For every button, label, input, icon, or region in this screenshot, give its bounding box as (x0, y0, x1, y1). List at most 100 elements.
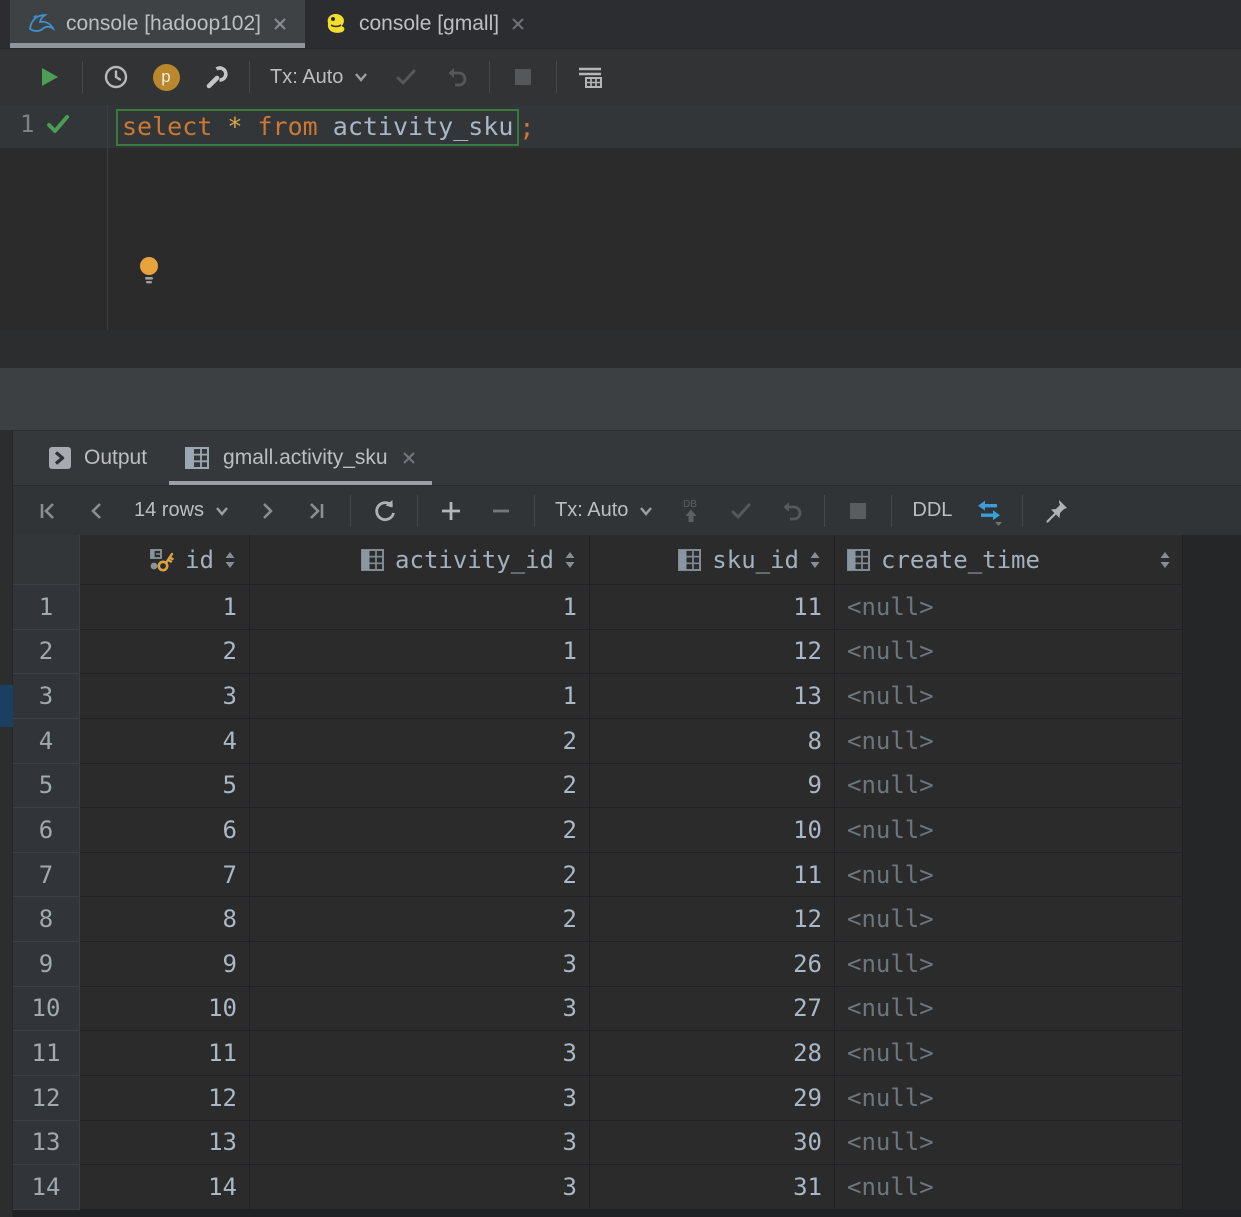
cell-sku-id[interactable]: 11 (590, 585, 835, 630)
cell-id[interactable]: 8 (80, 897, 250, 942)
cell-activity-id[interactable]: 2 (250, 897, 590, 942)
cell-activity-id[interactable]: 1 (250, 585, 590, 630)
cell-create-time[interactable]: <null> (835, 808, 1183, 853)
commit-button-disabled[interactable] (381, 54, 431, 100)
cell-create-time[interactable]: <null> (835, 674, 1183, 719)
cell-id[interactable]: 9 (80, 942, 250, 987)
column-header-sku-id[interactable]: sku_id (590, 535, 835, 585)
cell-sku-id[interactable]: 28 (590, 1031, 835, 1076)
rollback-button-disabled[interactable] (766, 489, 816, 533)
panel-splitter[interactable] (0, 368, 1241, 430)
cell-activity-id[interactable]: 3 (250, 986, 590, 1032)
cell-id[interactable]: 5 (80, 763, 250, 809)
page-size-dropdown[interactable]: 14 rows (122, 499, 242, 522)
stripe-selection-marker[interactable] (0, 685, 13, 727)
execute-to-table-icon[interactable] (565, 54, 615, 100)
row-number[interactable]: 7 (13, 852, 80, 898)
last-page-button[interactable] (292, 489, 342, 533)
cell-create-time[interactable]: <null> (835, 585, 1183, 630)
cell-sku-id[interactable]: 31 (590, 1165, 835, 1210)
cell-sku-id[interactable]: 13 (590, 674, 835, 719)
cell-create-time[interactable]: <null> (835, 1031, 1183, 1076)
cell-id[interactable]: 7 (80, 852, 250, 898)
row-number[interactable]: 4 (13, 718, 80, 764)
previous-page-button[interactable] (72, 489, 122, 533)
first-page-button[interactable] (22, 489, 72, 533)
cell-sku-id[interactable]: 27 (590, 986, 835, 1032)
row-number[interactable]: 8 (13, 897, 80, 942)
cell-create-time[interactable]: <null> (835, 629, 1183, 675)
cell-activity-id[interactable]: 2 (250, 718, 590, 764)
row-number[interactable]: 14 (13, 1165, 80, 1210)
cell-id[interactable]: 4 (80, 718, 250, 764)
row-number-header[interactable] (13, 535, 80, 585)
commit-button-disabled[interactable] (716, 489, 766, 533)
cell-activity-id[interactable]: 2 (250, 852, 590, 898)
rollback-button-disabled[interactable] (431, 54, 481, 100)
cell-id[interactable]: 13 (80, 1120, 250, 1166)
cell-sku-id[interactable]: 30 (590, 1120, 835, 1166)
cell-id[interactable]: 12 (80, 1075, 250, 1121)
cell-activity-id[interactable]: 1 (250, 674, 590, 719)
sort-arrows-icon[interactable] (563, 548, 577, 572)
next-page-button[interactable] (242, 489, 292, 533)
cell-id[interactable]: 3 (80, 674, 250, 719)
stop-button-disabled[interactable] (833, 489, 883, 533)
sql-editor[interactable]: 1 select * from activity_sku; (0, 105, 1241, 330)
cell-id[interactable]: 1 (80, 585, 250, 630)
cell-create-time[interactable]: <null> (835, 718, 1183, 764)
cell-id[interactable]: 10 (80, 986, 250, 1032)
tx-mode-dropdown[interactable]: Tx: Auto (543, 499, 666, 522)
tx-mode-dropdown[interactable]: Tx: Auto (258, 66, 381, 89)
row-number[interactable]: 5 (13, 763, 80, 809)
cell-sku-id[interactable]: 12 (590, 629, 835, 675)
cell-create-time[interactable]: <null> (835, 897, 1183, 942)
sort-arrows-icon[interactable] (1158, 548, 1172, 572)
sort-arrows-icon[interactable] (808, 548, 822, 572)
row-number[interactable]: 2 (13, 629, 80, 675)
cell-sku-id[interactable]: 9 (590, 763, 835, 809)
row-number[interactable]: 12 (13, 1075, 80, 1121)
sql-code-line[interactable]: select * from activity_sku; (116, 107, 534, 147)
tab-output[interactable]: Output (30, 431, 165, 485)
intention-bulb-icon[interactable] (136, 255, 162, 287)
cell-create-time[interactable]: <null> (835, 1075, 1183, 1121)
cell-activity-id[interactable]: 1 (250, 629, 590, 675)
close-icon[interactable] (271, 15, 289, 33)
cell-activity-id[interactable]: 3 (250, 1165, 590, 1210)
cell-create-time[interactable]: <null> (835, 763, 1183, 809)
row-number[interactable]: 10 (13, 986, 80, 1032)
delete-row-button-disabled[interactable] (476, 489, 526, 533)
sort-arrows-icon[interactable] (223, 548, 237, 572)
cell-activity-id[interactable]: 3 (250, 942, 590, 987)
cell-sku-id[interactable]: 11 (590, 852, 835, 898)
cell-id[interactable]: 6 (80, 808, 250, 853)
cell-sku-id[interactable]: 10 (590, 808, 835, 853)
pin-tab-icon[interactable] (1031, 489, 1081, 533)
row-number[interactable]: 11 (13, 1031, 80, 1076)
ddl-button[interactable]: DDL (900, 499, 964, 522)
cell-create-time[interactable]: <null> (835, 852, 1183, 898)
profile-badge[interactable]: p (141, 54, 191, 100)
cell-create-time[interactable]: <null> (835, 1120, 1183, 1166)
column-header-create-time[interactable]: create_time (835, 535, 1183, 585)
row-number[interactable]: 1 (13, 585, 80, 630)
row-number[interactable]: 6 (13, 808, 80, 853)
tab-console-gmall[interactable]: console [gmall] (305, 0, 543, 48)
cell-id[interactable]: 2 (80, 629, 250, 675)
cell-create-time[interactable]: <null> (835, 1165, 1183, 1210)
tab-console-hadoop102[interactable]: console [hadoop102] (10, 0, 305, 48)
cell-sku-id[interactable]: 29 (590, 1075, 835, 1121)
row-number[interactable]: 13 (13, 1120, 80, 1166)
cell-activity-id[interactable]: 3 (250, 1031, 590, 1076)
close-icon[interactable] (509, 15, 527, 33)
cell-create-time[interactable]: <null> (835, 986, 1183, 1032)
cell-activity-id[interactable]: 2 (250, 808, 590, 853)
row-number[interactable]: 9 (13, 942, 80, 987)
cell-create-time[interactable]: <null> (835, 942, 1183, 987)
run-button[interactable] (24, 54, 74, 100)
close-icon[interactable] (400, 449, 418, 467)
cell-sku-id[interactable]: 26 (590, 942, 835, 987)
cell-activity-id[interactable]: 2 (250, 763, 590, 809)
cell-sku-id[interactable]: 8 (590, 718, 835, 764)
